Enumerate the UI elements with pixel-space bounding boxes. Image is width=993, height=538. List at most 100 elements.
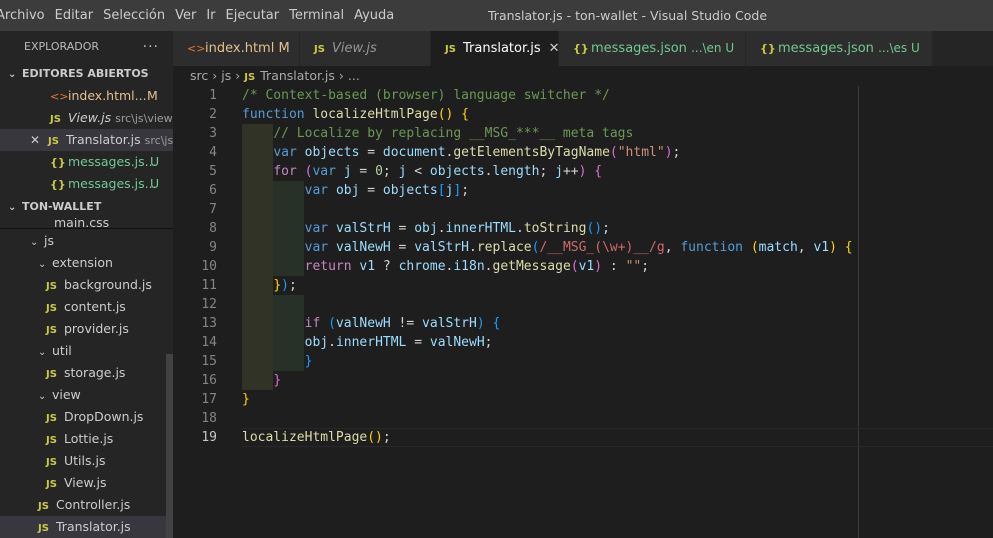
- code-line: // Localize by replacing __MSG_***__ met…: [242, 124, 993, 143]
- json-file-icon: {}: [573, 42, 589, 55]
- line-number: 18: [201, 411, 217, 426]
- line-number: 9: [209, 240, 217, 255]
- explorer-header: EXPLORADOR ···: [0, 31, 173, 63]
- code-comment: // Localize by replacing __MSG_***__ met…: [273, 126, 634, 141]
- open-editor-item[interactable]: {} messages.js... U: [0, 151, 173, 173]
- tree-file-active[interactable]: JS Translator.js: [0, 516, 173, 538]
- tree-file[interactable]: JS Lottie.js: [0, 428, 173, 450]
- breadcrumb-src[interactable]: src: [190, 68, 208, 83]
- sidebar-scrollbar[interactable]: [166, 354, 173, 538]
- tree-file[interactable]: JS Utils.js: [0, 450, 173, 472]
- line-number: 7: [209, 202, 217, 217]
- chevron-down-icon: ⌄: [8, 69, 17, 80]
- js-file-icon: JS: [46, 303, 57, 314]
- menu-editar[interactable]: Editar: [55, 8, 102, 23]
- open-editor-item-active[interactable]: ✕ JS Translator.js src\js: [0, 129, 173, 151]
- modified-badge: M: [147, 88, 158, 103]
- menu-terminal[interactable]: Terminal: [289, 8, 352, 23]
- code-line: });: [242, 276, 993, 295]
- tree-folder-util[interactable]: ⌄ util: [0, 340, 173, 362]
- chevron-down-icon: ⌄: [38, 347, 47, 358]
- code-line: var objects = document.getElementsByTagN…: [242, 143, 993, 162]
- menu-seleccion[interactable]: Selección: [103, 8, 173, 23]
- code-line: }: [242, 392, 250, 407]
- tree-folder-name: extension: [52, 255, 113, 270]
- tree-file[interactable]: main.css: [0, 218, 173, 230]
- tree-folder-view[interactable]: ⌄ view: [0, 384, 173, 406]
- menu-ejecutar[interactable]: Ejecutar: [226, 8, 288, 23]
- open-editor-item[interactable]: JS View.js src\js\view: [0, 107, 173, 129]
- open-editors-section[interactable]: ⌄ EDITORES ABIERTOS: [0, 63, 173, 85]
- more-actions-icon[interactable]: ···: [143, 31, 159, 63]
- line-number: 2: [209, 107, 217, 122]
- chevron-down-icon: ⌄: [38, 391, 47, 402]
- tab-index-html[interactable]: <>index.html M: [173, 31, 300, 66]
- breadcrumb-file[interactable]: Translator.js: [260, 68, 335, 83]
- open-editor-item[interactable]: <>index.html... M: [0, 85, 173, 107]
- menu-archivo[interactable]: Archivo: [0, 8, 53, 23]
- chevron-right-icon: ›: [235, 68, 241, 83]
- line-number: 16: [201, 373, 217, 388]
- line-number: 12: [201, 297, 217, 312]
- breadcrumb-js[interactable]: js: [221, 68, 231, 83]
- tree-file[interactable]: JS content.js: [0, 296, 173, 318]
- line-number: 5: [209, 164, 217, 179]
- open-editor-name: index.html...: [68, 88, 147, 103]
- project-title: TON-WALLET: [22, 200, 102, 213]
- open-editor-name: View.js: [68, 110, 112, 125]
- open-editor-name: messages.js...: [68, 176, 157, 191]
- tab-label: messages.json: [778, 41, 874, 56]
- js-file-icon: JS: [48, 136, 59, 147]
- chevron-right-icon: ›: [212, 68, 218, 83]
- close-icon[interactable]: ✕: [549, 41, 560, 56]
- breadcrumb-symbol[interactable]: ...: [348, 68, 360, 83]
- menu-ir[interactable]: Ir: [206, 8, 223, 23]
- tab-translator-js[interactable]: JS Translator.js ✕: [431, 31, 560, 66]
- js-file-icon: JS: [46, 479, 57, 490]
- tree-file[interactable]: JS View.js: [0, 472, 173, 494]
- tree-folder-js[interactable]: ⌄ js: [0, 230, 173, 252]
- open-editor-path: src\js: [144, 134, 173, 147]
- tree-file[interactable]: JS storage.js: [0, 362, 173, 384]
- tab-messages-es[interactable]: {} messages.json ...\es U: [746, 31, 933, 66]
- open-editor-name: Translator.js: [66, 132, 141, 147]
- open-editor-path: src\js\view: [115, 112, 173, 125]
- open-editor-item[interactable]: {} messages.js... U: [0, 173, 173, 195]
- tree-file-name: Utils.js: [64, 453, 106, 468]
- chevron-down-icon: ⌄: [30, 237, 39, 248]
- tree-file[interactable]: JS provider.js: [0, 318, 173, 340]
- tab-messages-en[interactable]: {} messages.json ...\en U: [559, 31, 746, 66]
- open-editor-name: messages.js...: [68, 154, 157, 169]
- menu-ver[interactable]: Ver: [175, 8, 204, 23]
- menu-bar: Archivo Editar Selección Ver Ir Ejecutar…: [0, 0, 404, 31]
- code-line: var valStrH = obj.innerHTML.toString();: [242, 219, 993, 238]
- js-file-icon: JS: [46, 435, 57, 446]
- tree-file-name: DropDown.js: [64, 409, 144, 424]
- line-number: 1: [209, 88, 217, 103]
- menu-ayuda[interactable]: Ayuda: [354, 8, 402, 23]
- tab-label: Translator.js: [463, 41, 541, 56]
- modified-badge: M: [278, 41, 290, 56]
- code-line: for (var j = 0; j < objects.length; j++)…: [242, 162, 993, 181]
- code-line: [242, 295, 993, 314]
- chevron-right-icon: ›: [338, 68, 344, 83]
- untracked-badge: U: [150, 154, 160, 169]
- tree-file-name: View.js: [64, 475, 107, 490]
- html-file-icon: <>: [50, 90, 69, 103]
- tab-view-js[interactable]: JS View.js: [300, 31, 431, 66]
- code-editor[interactable]: 1 2 3 4 5 6 7 8 9 10 11 12 13 14 15 16 1…: [173, 86, 993, 538]
- close-icon[interactable]: ✕: [30, 129, 48, 151]
- open-editors-title: EDITORES ABIERTOS: [22, 67, 149, 80]
- project-section[interactable]: ⌄ TON-WALLET: [0, 196, 173, 218]
- tree-file[interactable]: JS Controller.js: [0, 494, 173, 516]
- tree-folder-extension[interactable]: ⌄ extension: [0, 252, 173, 274]
- code-line: if (valNewH != valStrH) {: [242, 314, 993, 333]
- js-file-icon: JS: [46, 457, 57, 468]
- untracked-badge: U: [150, 176, 160, 191]
- line-number: 11: [201, 278, 217, 293]
- explorer-sidebar: EXPLORADOR ··· ⌄ EDITORES ABIERTOS <>inde…: [0, 31, 173, 538]
- tree-file[interactable]: JS background.js: [0, 274, 173, 296]
- tree-file-name: main.css: [54, 218, 110, 230]
- tree-file[interactable]: JS DropDown.js: [0, 406, 173, 428]
- code-line: }: [242, 352, 993, 371]
